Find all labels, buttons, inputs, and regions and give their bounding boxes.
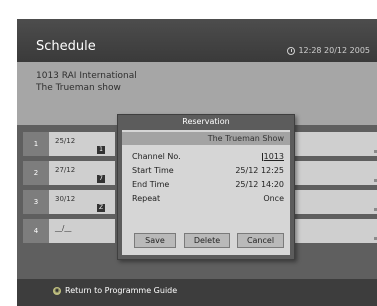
end-time-label: End Time (132, 180, 170, 189)
channel-name: 1013 RAI International (36, 71, 137, 81)
channel-no-value: 1013 (263, 152, 284, 161)
channel-no-field[interactable]: 1013 (261, 152, 284, 161)
channel-no-label: Channel No. (132, 152, 181, 161)
start-time-field[interactable]: 25/12 12:25 (235, 166, 284, 175)
header-bar: Schedule 12:28 20/12 2005 (17, 19, 377, 62)
weekly-icon: Z (97, 204, 105, 212)
dialog-title: Reservation (182, 117, 230, 126)
datetime-text: 12:28 20/12 2005 (298, 46, 370, 55)
text-cursor (261, 152, 263, 161)
row-date: 30/12 (55, 195, 76, 203)
end-time-field[interactable]: 25/12 14:20 (235, 180, 284, 189)
row-number: 1 (23, 132, 49, 156)
return-to-guide-hint[interactable]: Return to Programme Guide (65, 286, 177, 295)
reservation-dialog: Reservation The Trueman Show Channel No.… (117, 114, 295, 260)
schedule-screen: Schedule 12:28 20/12 2005 1013 RAI Inter… (17, 19, 377, 306)
cancel-button[interactable]: Cancel (237, 233, 284, 248)
row-date: 25/12 (55, 137, 76, 145)
row-number: 3 (23, 190, 49, 214)
daily-icon: 7 (97, 175, 105, 183)
footer-bar: ◉ Return to Programme Guide (17, 279, 377, 306)
repeat-field[interactable]: Once (263, 194, 284, 203)
row-number: 2 (23, 161, 49, 185)
start-time-label: Start Time (132, 166, 174, 175)
programme-name: The Trueman show (36, 83, 121, 93)
row-date: 27/12 (55, 166, 76, 174)
row-number: 4 (23, 219, 49, 243)
dialog-show-name: The Trueman Show (122, 132, 290, 145)
delete-button[interactable]: Delete (184, 233, 230, 248)
repeat-label: Repeat (132, 194, 161, 203)
remote-button-icon: ◉ (53, 287, 61, 295)
once-icon: 1 (97, 146, 105, 154)
row-date: __/__ (55, 224, 72, 232)
dialog-body: The Trueman Show Channel No. 1013 Start … (122, 130, 290, 255)
page-title: Schedule (36, 39, 96, 54)
clock-display: 12:28 20/12 2005 (287, 46, 370, 55)
save-button[interactable]: Save (134, 233, 176, 248)
clock-icon (287, 46, 296, 55)
